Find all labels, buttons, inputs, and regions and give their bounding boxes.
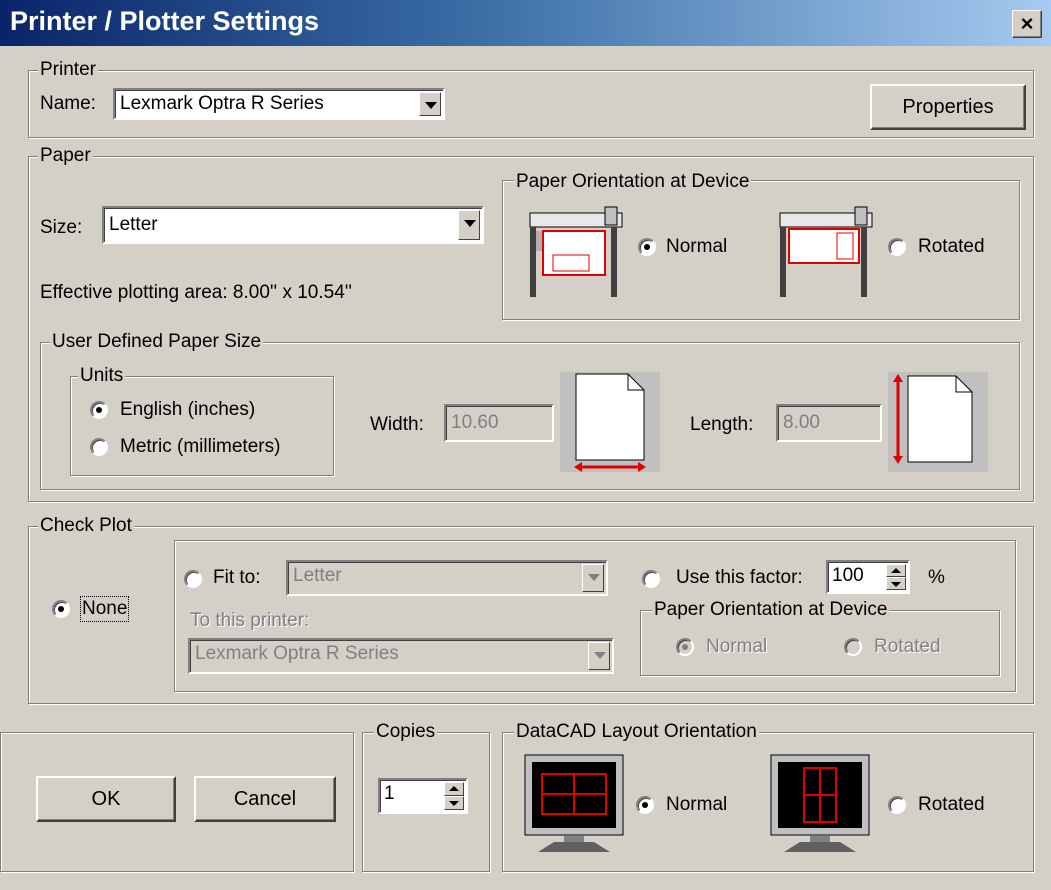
units-english-radio[interactable] [90,401,108,419]
chevron-down-icon[interactable] [582,564,604,592]
to-printer-select[interactable]: Lexmark Optra R Series [188,638,614,674]
to-printer-label: To this printer: [190,610,310,631]
units-label: Units [78,365,126,386]
use-factor-radio[interactable] [642,570,660,588]
printer-name-value: Lexmark Optra R Series [120,93,324,114]
to-printer-value: Lexmark Optra R Series [195,643,399,664]
width-input[interactable]: 10.60 [444,404,554,442]
paper-width-icon [560,372,660,472]
paper-orientation-normal-label[interactable]: Normal [666,236,727,258]
fit-to-value: Letter [293,565,342,586]
layout-rotated-radio[interactable] [888,796,906,814]
paper-orientation-rotated-radio[interactable] [888,238,906,256]
length-input[interactable]: 8.00 [776,404,882,442]
chevron-down-icon[interactable] [458,210,480,240]
user-defined-label: User Defined Paper Size [50,331,264,352]
layout-orientation-label: DataCAD Layout Orientation [514,721,759,742]
paper-orientation-label: Paper Orientation at Device [514,171,752,192]
copies-spinner[interactable] [444,782,464,810]
copies-label: Copies [374,721,438,742]
properties-button[interactable]: Properties [870,84,1026,130]
units-group [70,376,334,476]
fit-to-label[interactable]: Fit to: [213,567,261,589]
paper-size-value: Letter [109,214,158,235]
spin-up-icon[interactable] [886,564,906,577]
close-button[interactable]: × [1012,10,1042,38]
spin-down-icon[interactable] [444,796,464,810]
check-orientation-label: Paper Orientation at Device [652,599,890,620]
length-label: Length: [690,414,754,435]
units-metric-label[interactable]: Metric (millimeters) [120,436,280,458]
units-metric-radio[interactable] [90,438,108,456]
plotter-normal-icon [529,206,623,297]
check-orientation-rotated-label[interactable]: Rotated [874,636,941,658]
width-label: Width: [370,414,424,435]
check-orientation-rotated-radio[interactable] [844,638,862,656]
factor-input[interactable]: 100 [826,560,910,594]
cancel-button[interactable]: Cancel [194,776,336,822]
printer-name-label: Name: [40,93,96,114]
monitor-landscape-icon [524,754,624,852]
spin-down-icon[interactable] [886,577,906,590]
copies-input[interactable]: 1 [378,778,468,814]
check-plot-none-radio[interactable] [52,600,70,618]
factor-spinner[interactable] [886,564,906,590]
fit-to-select[interactable]: Letter [286,560,608,596]
layout-normal-label[interactable]: Normal [666,794,727,816]
check-orientation-normal-label[interactable]: Normal [706,636,767,658]
check-plot-none-label[interactable]: None [79,596,130,622]
paper-orientation-normal-radio[interactable] [638,238,656,256]
check-orientation-normal-radio[interactable] [676,638,694,656]
spin-up-icon[interactable] [444,782,464,796]
use-factor-label[interactable]: Use this factor: [676,567,803,589]
chevron-down-icon[interactable] [588,642,610,670]
paper-length-icon [888,372,988,472]
monitor-portrait-icon [770,754,870,852]
layout-normal-radio[interactable] [636,796,654,814]
printer-group-label: Printer [38,59,98,80]
check-plot-label: Check Plot [38,515,134,536]
effective-plotting-area: Effective plotting area: 8.00'' x 10.54'… [40,282,353,303]
copies-value: 1 [384,783,395,804]
layout-rotated-label[interactable]: Rotated [918,794,985,816]
paper-orientation-rotated-label[interactable]: Rotated [918,236,985,258]
printer-name-select[interactable]: Lexmark Optra R Series [113,88,445,120]
paper-size-label: Size: [40,217,83,238]
units-english-label[interactable]: English (inches) [120,399,255,421]
factor-value: 100 [832,565,864,586]
paper-size-select[interactable]: Letter [102,206,484,244]
percent-label: % [928,567,945,588]
plotter-rotated-icon [779,206,873,297]
chevron-down-icon[interactable] [419,92,441,116]
window-title: Printer / Plotter Settings [10,6,320,36]
fit-to-radio[interactable] [184,570,202,588]
paper-group-label: Paper [38,145,93,166]
ok-button[interactable]: OK [36,776,176,822]
